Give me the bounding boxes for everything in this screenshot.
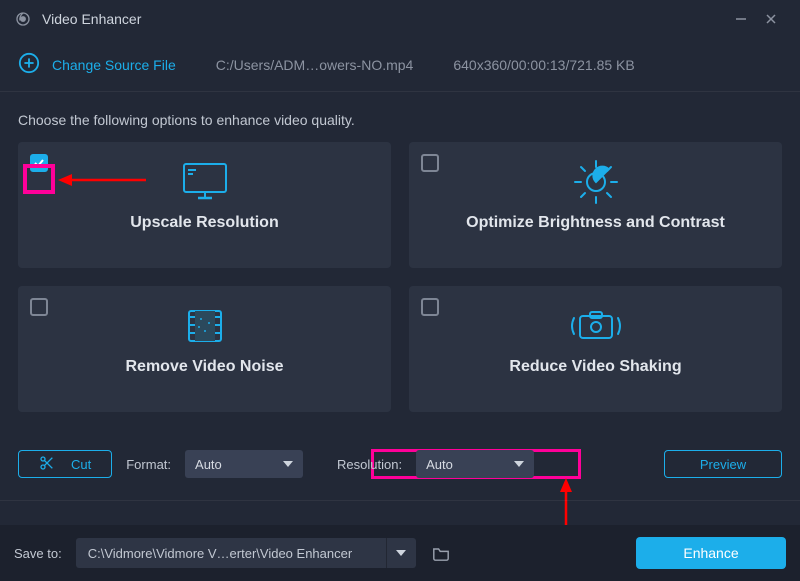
sun-icon (571, 158, 621, 206)
preview-button[interactable]: Preview (664, 450, 782, 478)
header-bar: Change Source File C:/Users/ADM…owers-NO… (0, 38, 800, 92)
format-value: Auto (195, 457, 222, 472)
resolution-label: Resolution: (337, 457, 402, 472)
checkbox-noise[interactable] (30, 298, 48, 316)
chevron-down-icon (514, 461, 524, 467)
checkbox-brightness[interactable] (421, 154, 439, 172)
card-label: Upscale Resolution (130, 214, 278, 232)
save-path-dropdown[interactable] (386, 538, 416, 568)
card-label: Optimize Brightness and Contrast (466, 214, 725, 232)
controls-row: Cut Format: Auto Resolution: Auto Previe… (0, 450, 800, 478)
chevron-down-icon (396, 550, 406, 556)
cut-label: Cut (71, 457, 91, 472)
divider (0, 500, 800, 501)
window-title: Video Enhancer (42, 11, 141, 27)
enhance-label: Enhance (683, 545, 738, 561)
save-to-label: Save to: (14, 546, 62, 561)
save-path-value: C:\Vidmore\Vidmore V…erter\Video Enhance… (76, 546, 386, 561)
chevron-down-icon (283, 461, 293, 467)
source-meta: 640x360/00:00:13/721.85 KB (453, 57, 634, 73)
card-label: Remove Video Noise (126, 358, 284, 376)
camera-shake-icon (568, 302, 624, 350)
cut-button[interactable]: Cut (18, 450, 112, 478)
resolution-select[interactable]: Auto (416, 450, 534, 478)
open-folder-button[interactable] (426, 538, 456, 568)
format-select[interactable]: Auto (185, 450, 303, 478)
film-noise-icon (181, 302, 229, 350)
card-optimize-brightness[interactable]: Optimize Brightness and Contrast (409, 142, 782, 268)
app-logo-icon (14, 10, 32, 28)
checkbox-shaking[interactable] (421, 298, 439, 316)
save-path-field: C:\Vidmore\Vidmore V…erter\Video Enhance… (76, 538, 416, 568)
preview-label: Preview (700, 457, 746, 472)
card-label: Reduce Video Shaking (509, 358, 681, 376)
minimize-button[interactable] (726, 4, 756, 34)
annotation-arrow-resolution (556, 478, 576, 528)
instruction-text: Choose the following options to enhance … (0, 92, 800, 142)
card-reduce-shaking[interactable]: Reduce Video Shaking (409, 286, 782, 412)
option-cards-grid: Upscale Resolution Optimize Brightness a… (0, 142, 800, 412)
close-button[interactable] (756, 4, 786, 34)
monitor-icon (178, 158, 232, 206)
scissors-icon (39, 455, 55, 474)
enhance-button[interactable]: Enhance (636, 537, 786, 569)
card-remove-noise[interactable]: Remove Video Noise (18, 286, 391, 412)
checkbox-upscale[interactable] (30, 154, 48, 172)
resolution-value: Auto (426, 457, 453, 472)
format-label: Format: (126, 457, 171, 472)
change-source-label: Change Source File (52, 57, 176, 73)
change-source-button[interactable]: Change Source File (18, 52, 176, 77)
footer-bar: Save to: C:\Vidmore\Vidmore V…erter\Vide… (0, 525, 800, 581)
titlebar: Video Enhancer (0, 0, 800, 38)
plus-circle-icon (18, 52, 40, 77)
card-upscale-resolution[interactable]: Upscale Resolution (18, 142, 391, 268)
source-filepath: C:/Users/ADM…owers-NO.mp4 (216, 57, 414, 73)
